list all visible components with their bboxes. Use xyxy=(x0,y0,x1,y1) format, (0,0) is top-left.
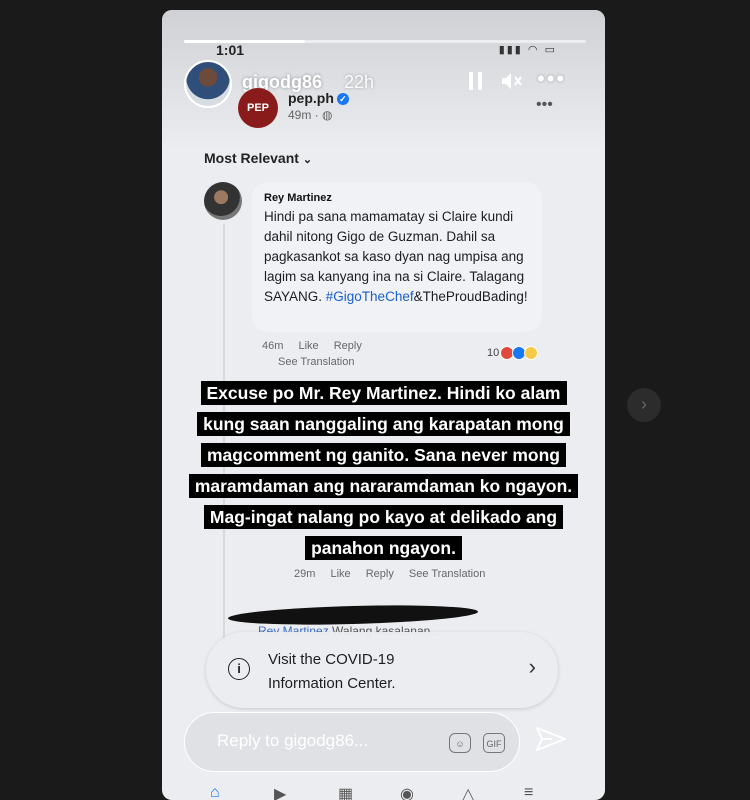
comment-sort-label: Most Relevant xyxy=(204,150,299,166)
story-text-overlay: Excuse po Mr. Rey Martinez. Hindi ko ala… xyxy=(182,378,585,564)
bottom-nav: ⌂ ▶ ▦ ◉ △ ≡ xyxy=(162,780,605,800)
story-viewer: 1:01 ▮▮▮ ◠ ▭ gigodg86 22h ••• PEP pep.ph… xyxy=(162,10,605,800)
story-overlay-text: Excuse po Mr. Rey Martinez. Hindi ko ala… xyxy=(188,381,579,560)
send-icon[interactable] xyxy=(534,724,568,759)
covid-line-2: Information Center. xyxy=(268,675,396,692)
story-user-avatar[interactable] xyxy=(184,60,232,108)
reply-time: 29m xyxy=(294,568,316,580)
comment-sort: Most Relevant ⌄ xyxy=(204,150,312,166)
sticker-icon[interactable]: ☺ xyxy=(449,733,471,753)
comment-meta: 46m Like Reply xyxy=(262,340,374,352)
battery-icon: ▭ xyxy=(544,44,557,56)
home-icon: ⌂ xyxy=(210,784,220,800)
pause-icon[interactable] xyxy=(467,70,485,96)
status-time: 1:01 xyxy=(216,42,245,58)
status-icons: ▮▮▮ ◠ ▭ xyxy=(499,43,557,56)
covid-info-card[interactable]: i Visit the COVID-19 Information Center.… xyxy=(206,632,558,708)
gif-icon[interactable]: GIF xyxy=(483,733,505,753)
story-reply-box[interactable]: ☺ GIF xyxy=(184,712,520,772)
page-name: pep.ph xyxy=(288,90,334,106)
page-name-row: pep.ph ✓ xyxy=(288,90,349,106)
sad-reaction-icon xyxy=(524,346,539,360)
chevron-down-icon: ⌄ xyxy=(302,154,313,166)
post-time-row: 49m · ◍ xyxy=(288,108,333,122)
mute-icon[interactable] xyxy=(500,70,524,96)
notifications-icon: △ xyxy=(462,786,475,800)
info-icon: i xyxy=(228,658,250,680)
comment-see-translation: See Translation xyxy=(278,356,355,368)
verified-icon: ✓ xyxy=(336,93,349,106)
marketplace-icon: ▦ xyxy=(338,786,354,800)
globe-icon: ◍ xyxy=(322,108,333,122)
comment-reply: Reply xyxy=(333,340,362,352)
watch-icon: ▶ xyxy=(274,786,287,800)
groups-icon: ◉ xyxy=(400,786,414,800)
reply-input[interactable] xyxy=(215,730,429,752)
covid-line-1: Visit the COVID-19 xyxy=(268,651,395,668)
menu-icon: ≡ xyxy=(524,784,534,800)
reply-meta: 29m Like Reply See Translation xyxy=(294,568,497,580)
story-progress-fill xyxy=(184,40,305,43)
comment-tail: &TheProudBading! xyxy=(413,289,528,304)
comment-hashtag: #GigoTheChef xyxy=(325,289,414,304)
commenter-avatar xyxy=(204,182,242,220)
reply-like: Like xyxy=(330,568,351,580)
signal-icon: ▮▮▮ xyxy=(498,44,523,56)
page-avatar: PEP xyxy=(238,88,278,128)
wifi-icon: ◠ xyxy=(527,44,540,56)
next-story-arrow-icon[interactable]: › xyxy=(627,388,661,422)
comment-body: Hindi pa sana mamamatay si Claire kundi … xyxy=(264,207,530,307)
comment-reactions: 10 xyxy=(487,346,539,360)
comment-bubble: Rey Martinez Hindi pa sana mamamatay si … xyxy=(252,182,542,332)
comment-time: 46m xyxy=(262,340,284,352)
more-options-icon[interactable]: ••• xyxy=(537,68,566,90)
comment-like: Like xyxy=(298,340,319,352)
reply-reply: Reply xyxy=(365,568,394,580)
chevron-right-icon: › xyxy=(528,654,536,679)
comment-author: Rey Martinez xyxy=(264,192,332,204)
reaction-count: 10 xyxy=(487,346,500,359)
post-more-icon: ••• xyxy=(536,96,553,113)
covid-info-text: Visit the COVID-19 Information Center. xyxy=(268,648,396,696)
post-time: 49m xyxy=(288,108,312,122)
reply-see-translation: See Translation xyxy=(408,568,486,580)
